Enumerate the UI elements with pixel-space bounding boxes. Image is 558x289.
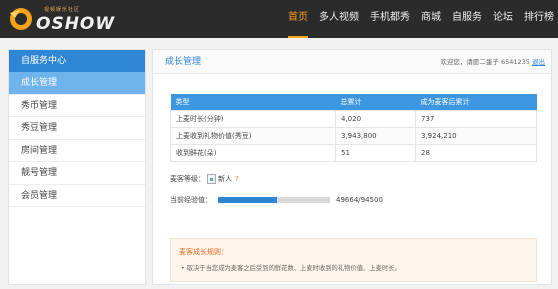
sidebar-title: 自服务中心 xyxy=(9,50,145,72)
level-row: 麦客等级： 新人 ? xyxy=(170,174,239,184)
sidebar: 自服务中心 成长管理 秀币管理 秀豆管理 房间管理 靓号管理 会员管理 xyxy=(8,49,146,285)
table-cell: 收到鲜花(朵) xyxy=(170,143,336,162)
level-badge-icon xyxy=(207,174,216,184)
column-header-total: 总累计 xyxy=(335,94,416,110)
logout-link[interactable]: 退出 xyxy=(532,58,545,66)
nav-self-service[interactable]: 自服务 xyxy=(452,0,482,38)
user-info: 欢迎您，请愿二蛋子 6541235 退出 xyxy=(440,50,545,74)
table-cell: 上麦时长(分钟) xyxy=(170,109,336,128)
table-cell: 28 xyxy=(415,143,537,162)
table-header-row: 类型 总累计 成为麦客后累计 xyxy=(170,94,537,110)
sidebar-item-growth[interactable]: 成长管理 xyxy=(9,72,145,95)
logo[interactable]: 视频娱乐社区 OSHOW xyxy=(6,4,116,34)
table-cell: 51 xyxy=(335,143,416,162)
nav-ranking[interactable]: 排行榜 xyxy=(524,0,554,38)
sidebar-item-vanity-number[interactable]: 靓号管理 xyxy=(9,162,145,185)
rules-title: 麦客成长规则： xyxy=(179,248,228,256)
welcome-text: 欢迎您，请愿二蛋子 6541235 xyxy=(440,58,530,66)
nav-forum[interactable]: 论坛 xyxy=(493,0,513,38)
growth-table: 类型 总累计 成为麦客后累计 上麦时长(分钟) 4,020 737 上麦收到礼物… xyxy=(170,94,537,162)
logo-subtitle: 视频娱乐社区 xyxy=(44,7,81,13)
table-row: 上麦时长(分钟) 4,020 737 xyxy=(170,109,537,128)
sidebar-item-coins[interactable]: 秀币管理 xyxy=(9,95,145,117)
table-row: 上麦收到礼物价值(秀豆) 3,943,800 3,924,210 xyxy=(170,126,537,145)
sidebar-item-membership[interactable]: 会员管理 xyxy=(9,185,145,207)
page-title: 成长管理 xyxy=(165,57,202,67)
main-panel: 成长管理 欢迎您，请愿二蛋子 6541235 退出 类型 总累计 成为麦客后累计… xyxy=(152,49,552,285)
level-label: 麦客等级： xyxy=(170,175,205,183)
main-header: 成长管理 欢迎您，请愿二蛋子 6541235 退出 xyxy=(153,50,551,74)
experience-progress-bar xyxy=(218,197,330,203)
table-cell: 上麦收到礼物价值(秀豆) xyxy=(170,126,336,145)
nav-mall[interactable]: 商城 xyxy=(421,0,441,38)
nav-mobile-show[interactable]: 手机都秀 xyxy=(370,0,410,38)
table-cell: 3,943,800 xyxy=(335,126,416,145)
logo-name: OSHOW xyxy=(36,14,116,34)
experience-value: 49664/94500 xyxy=(336,196,383,204)
top-bar: 视频娱乐社区 OSHOW 首页 多人视频 手机都秀 商城 自服务 论坛 排行榜 xyxy=(0,0,558,38)
nav-home[interactable]: 首页 xyxy=(288,0,308,38)
table-row: 收到鲜花(朵) 51 28 xyxy=(170,143,537,162)
sidebar-item-beans[interactable]: 秀豆管理 xyxy=(9,117,145,140)
column-header-type: 类型 xyxy=(170,94,336,110)
experience-row: 当前经验值： 49664/94500 xyxy=(170,195,383,205)
level-value: 新人 xyxy=(218,175,232,183)
column-header-since-mic: 成为麦客后累计 xyxy=(415,94,537,110)
nav-multi-video[interactable]: 多人视频 xyxy=(319,0,359,38)
logo-icon xyxy=(10,8,32,30)
main-nav: 首页 多人视频 手机都秀 商城 自服务 论坛 排行榜 xyxy=(277,0,554,38)
level-help-link[interactable]: ? xyxy=(235,175,239,183)
experience-label: 当前经验值： xyxy=(170,196,212,204)
rules-text: • 取决于当您成为麦客之后受到的鲜花数、上麦时收到的礼物价值、上麦时长。 xyxy=(181,265,401,272)
table-cell: 4,020 xyxy=(335,109,416,128)
experience-progress-fill xyxy=(218,197,277,203)
table-cell: 3,924,210 xyxy=(415,126,537,145)
rules-box: 麦客成长规则： • 取决于当您成为麦客之后受到的鲜花数、上麦时收到的礼物价值、上… xyxy=(170,238,537,282)
table-cell: 737 xyxy=(415,109,537,128)
sidebar-item-room[interactable]: 房间管理 xyxy=(9,140,145,162)
